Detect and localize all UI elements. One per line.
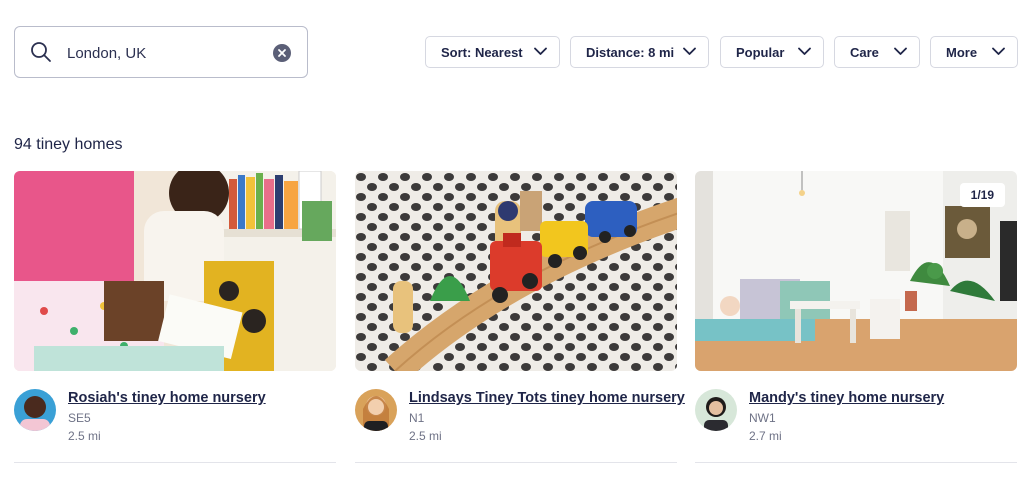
- sort-dropdown[interactable]: Sort: Nearest: [425, 36, 560, 68]
- listing-distance: 2.5 mi: [68, 429, 101, 443]
- listing-distance: 2.7 mi: [749, 429, 782, 443]
- more-dropdown-label: More: [946, 44, 978, 60]
- chevron-down-icon: [534, 47, 547, 55]
- listing-postcode: NW1: [749, 411, 776, 425]
- avatar: [14, 389, 56, 431]
- divider: [695, 462, 1017, 463]
- listing-name-link[interactable]: Mandy's tiney home nursery: [749, 390, 944, 406]
- listing-name-link[interactable]: Lindsays Tiney Tots tiney home nursery: [409, 390, 685, 406]
- listing-photo[interactable]: 1/19: [695, 171, 1017, 371]
- listing-postcode: N1: [409, 411, 425, 425]
- listing-distance: 2.5 mi: [409, 429, 442, 443]
- search-icon: [30, 41, 52, 63]
- popular-dropdown-label: Popular: [736, 44, 785, 60]
- chevron-down-icon: [894, 47, 907, 55]
- care-dropdown[interactable]: Care: [834, 36, 920, 68]
- photo-counter-badge: 1/19: [959, 183, 1005, 207]
- results-count: 94 tiney homes: [14, 136, 123, 153]
- chevron-down-icon: [992, 47, 1005, 55]
- distance-dropdown-label: Distance: 8 mi: [586, 44, 675, 60]
- more-dropdown[interactable]: More: [930, 36, 1018, 68]
- listing-postcode: SE5: [68, 411, 91, 425]
- distance-dropdown[interactable]: Distance: 8 mi: [570, 36, 709, 68]
- search-input[interactable]: [67, 41, 267, 65]
- listing-card[interactable]: Rosiah's tiney home nursery SE5 2.5 mi: [14, 171, 336, 464]
- avatar: [355, 389, 397, 431]
- listing-photo[interactable]: [14, 171, 336, 371]
- listing-name-link[interactable]: Rosiah's tiney home nursery: [68, 390, 266, 406]
- popular-dropdown[interactable]: Popular: [720, 36, 824, 68]
- care-dropdown-label: Care: [850, 44, 879, 60]
- divider: [14, 462, 336, 463]
- clear-search-icon[interactable]: [273, 44, 291, 62]
- chevron-down-icon: [798, 47, 811, 55]
- chevron-down-icon: [683, 47, 696, 55]
- listing-photo[interactable]: [355, 171, 677, 371]
- listing-card[interactable]: Lindsays Tiney Tots tiney home nursery N…: [355, 171, 685, 464]
- listing-card[interactable]: 1/19 Mandy's tiney home nursery NW1 2.7 …: [695, 171, 1017, 464]
- avatar: [695, 389, 737, 431]
- divider: [355, 462, 677, 463]
- sort-dropdown-label: Sort: Nearest: [441, 44, 523, 60]
- location-search-field[interactable]: [14, 26, 308, 78]
